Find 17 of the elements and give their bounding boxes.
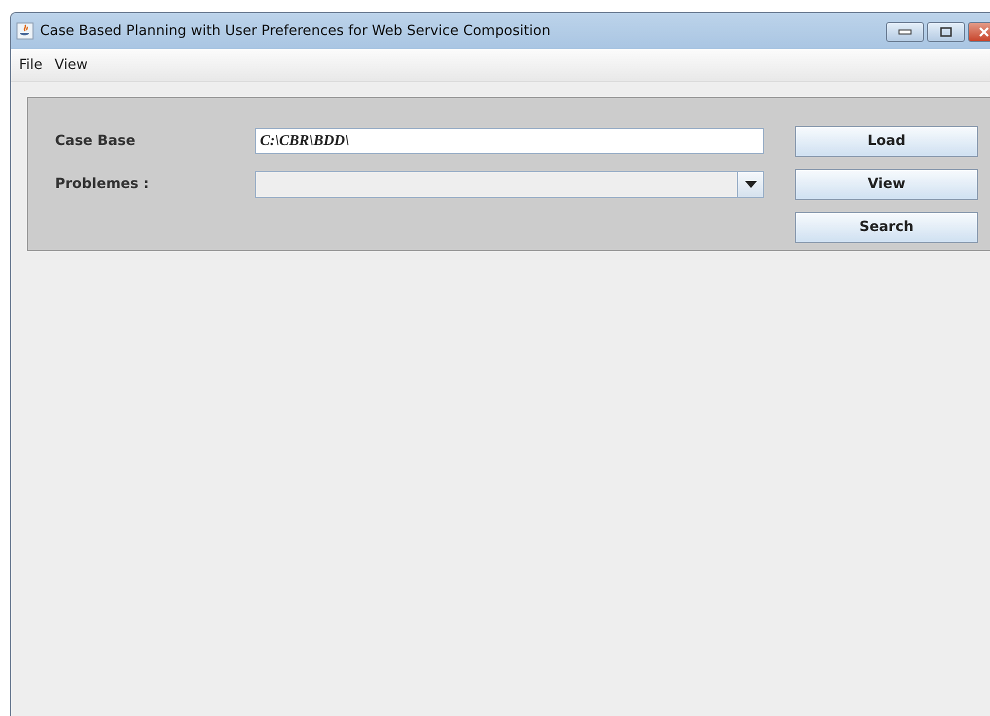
minimize-icon — [898, 29, 912, 35]
menu-item[interactable]: File — [13, 57, 48, 73]
search-button[interactable]: Search — [795, 212, 978, 242]
java-icon — [16, 22, 34, 40]
maximize-icon — [940, 27, 952, 37]
minimize-button[interactable] — [886, 22, 924, 42]
dropdown-button[interactable] — [737, 172, 763, 196]
maximize-button[interactable] — [927, 22, 965, 42]
field-label: Problemes : — [55, 176, 150, 192]
load-button[interactable]: Load — [795, 126, 978, 156]
field-label: Case Base — [55, 133, 136, 149]
menu-item[interactable]: View — [48, 57, 94, 73]
close-icon — [978, 27, 990, 37]
window-title: Case Based Planning with User Preferences for Web Service Composition — [40, 23, 550, 39]
caret-icon — [744, 180, 756, 188]
view-button[interactable]: View — [795, 168, 978, 200]
case-base-field[interactable]: C:\CBR\BDD\ — [255, 128, 764, 154]
